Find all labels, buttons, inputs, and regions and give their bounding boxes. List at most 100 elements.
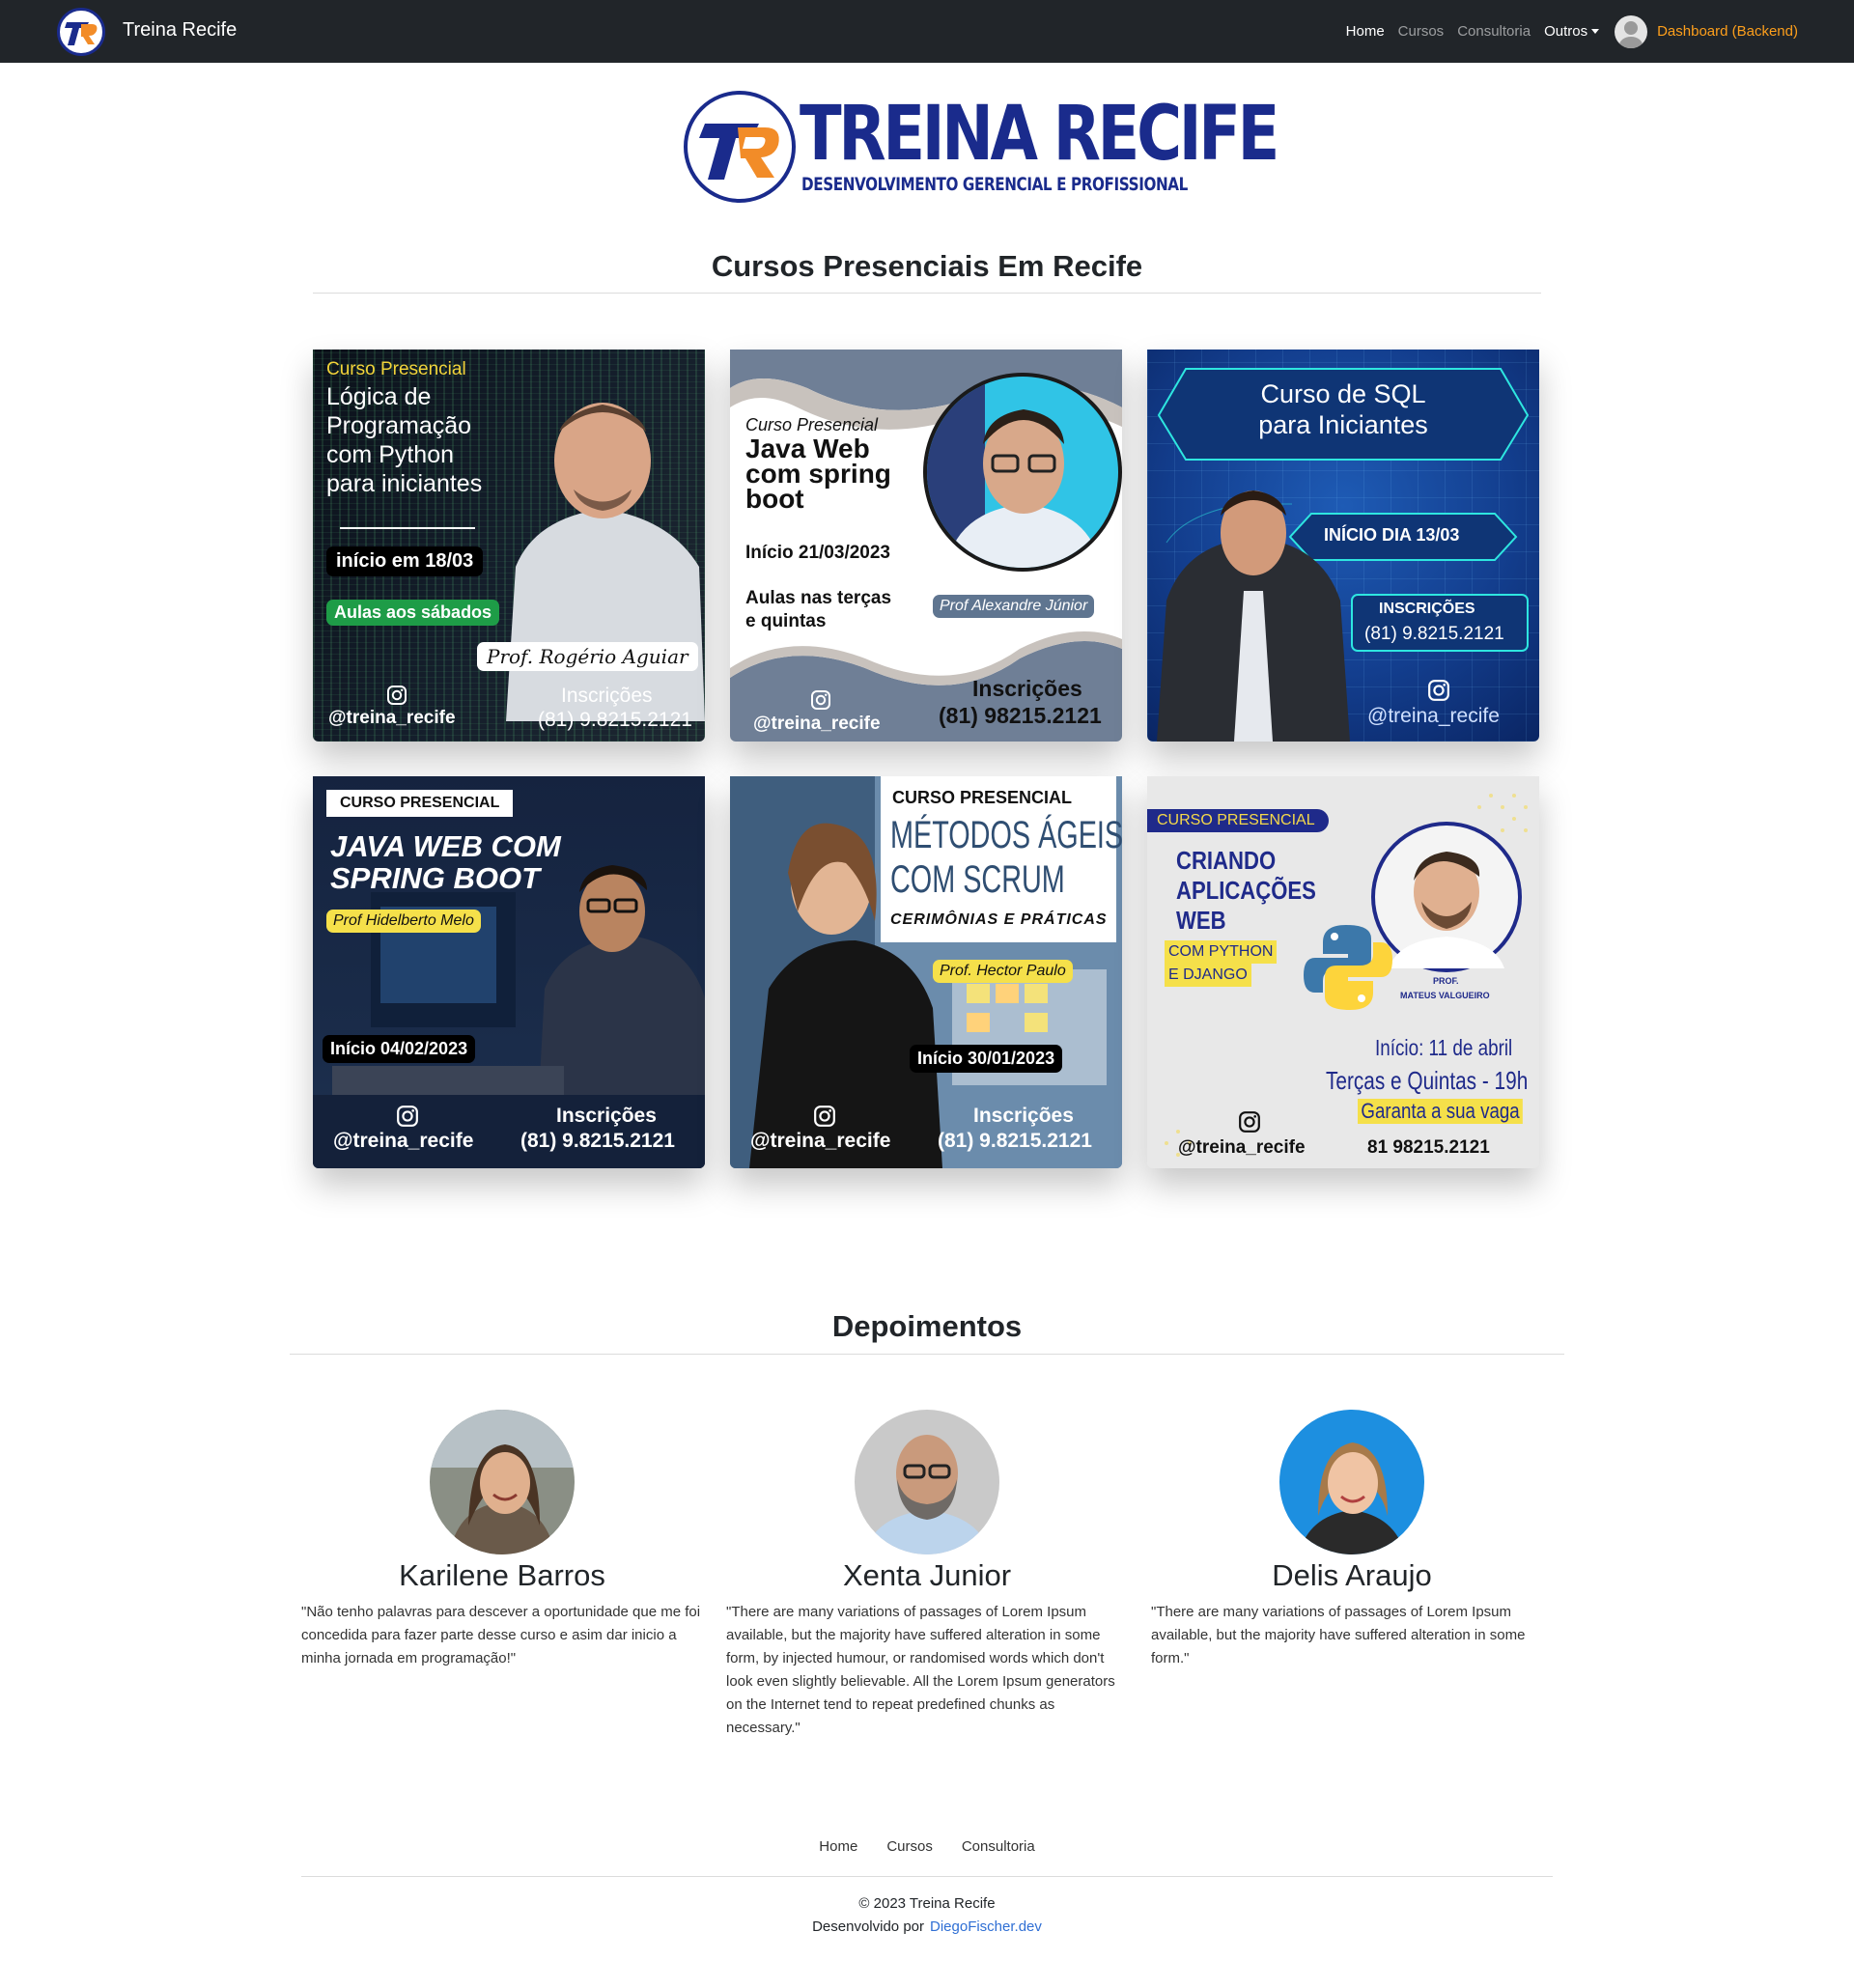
footer-dev-prefix: Desenvolvido por bbox=[812, 1918, 924, 1935]
card1-tag: Curso Presencial bbox=[326, 359, 466, 379]
card6-teacher-prefix: PROF. bbox=[1433, 976, 1459, 986]
card2-schedule-line: Aulas nas terças bbox=[745, 588, 892, 608]
card1-separator bbox=[340, 527, 475, 529]
footer-link-cursos[interactable]: Cursos bbox=[886, 1838, 933, 1855]
card4-title: JAVA WEB COM SPRING BOOT bbox=[330, 830, 561, 894]
card6-tag: CURSO PRESENCIAL bbox=[1147, 809, 1329, 832]
navbar-brand[interactable]: Treina Recife bbox=[123, 19, 237, 42]
card6-tech-line: E DJANGO bbox=[1165, 964, 1251, 987]
testimonial-avatar bbox=[430, 1410, 575, 1554]
testimonial-avatar bbox=[855, 1410, 999, 1554]
testimonial-text: "Não tenho palavras para descever a opor… bbox=[301, 1604, 701, 1666]
teacher-photo bbox=[927, 377, 1118, 568]
card5-start-badge: Início 30/01/2023 bbox=[910, 1045, 1063, 1073]
card6-instagram: @treina_recife bbox=[1178, 1137, 1306, 1158]
user-avatar-icon[interactable] bbox=[1615, 14, 1648, 48]
card2-start: Início 21/03/2023 bbox=[745, 543, 890, 563]
nav-link-consultoria[interactable]: Consultoria bbox=[1457, 23, 1531, 40]
course-card-java-spring[interactable]: Curso Presencial Java Web com spring boo… bbox=[730, 350, 1122, 742]
card2-signup-label: Inscrições bbox=[972, 676, 1082, 701]
card6-tech: COM PYTHON E DJANGO bbox=[1165, 940, 1278, 987]
card6-title-line: CRIANDO bbox=[1176, 846, 1277, 875]
card6-phone: 81 98215.2121 bbox=[1367, 1137, 1490, 1158]
card1-title-line: com Python bbox=[326, 441, 455, 468]
card4-title-line: SPRING BOOT bbox=[330, 861, 541, 895]
card4-teacher: Prof Hidelberto Melo bbox=[326, 910, 481, 933]
card2-title-line: boot bbox=[745, 484, 804, 514]
testimonials-heading: Depoimentos bbox=[831, 1309, 1023, 1343]
card4-tag: CURSO PRESENCIAL bbox=[326, 790, 514, 817]
nav-link-dashboard[interactable]: Dashboard (Backend) bbox=[1657, 23, 1798, 40]
course-card-java-web[interactable]: CURSO PRESENCIAL JAVA WEB COM SPRING BOO… bbox=[313, 776, 705, 1168]
card2-teacher: Prof Alexandre Júnior bbox=[933, 595, 1095, 618]
chevron-down-icon bbox=[1591, 29, 1600, 34]
card6-schedule: Terças e Quintas - 19h bbox=[1326, 1066, 1529, 1095]
card1-teacher: Prof. Rogério Aguiar bbox=[477, 642, 698, 671]
courses-divider bbox=[313, 293, 1541, 294]
card2-title: Java Web com spring boot bbox=[745, 435, 891, 514]
testimonials-divider bbox=[290, 1354, 1564, 1355]
card3-start: INÍCIO DIA 13/03 bbox=[1324, 525, 1460, 545]
card4-start-badge: Início 04/02/2023 bbox=[323, 1035, 476, 1063]
instagram-icon bbox=[811, 690, 830, 710]
nav-link-home[interactable]: Home bbox=[1346, 23, 1385, 40]
card5-title-line: COM SCRUM bbox=[890, 858, 1065, 901]
course-card-django[interactable]: CURSO PRESENCIAL CRIANDO APLICAÇÕES WEB … bbox=[1147, 776, 1539, 1168]
card3-title-line: Curso de SQL bbox=[1260, 379, 1426, 408]
brand-logo-icon[interactable] bbox=[57, 8, 105, 56]
courses-heading: Cursos Presenciais Em Recife bbox=[711, 249, 1143, 283]
card6-tech-line: COM PYTHON bbox=[1165, 940, 1278, 964]
instagram-icon bbox=[397, 1106, 418, 1127]
testimonial-text: "There are many variations of passages o… bbox=[726, 1604, 1115, 1736]
course-card-scrum[interactable]: CURSO PRESENCIAL MÉTODOS ÁGEIS COM SCRUM… bbox=[730, 776, 1122, 1168]
testimonial-text: "There are many variations of passages o… bbox=[1151, 1604, 1526, 1666]
card2-phone: (81) 98215.2121 bbox=[939, 703, 1102, 728]
card1-title-line: Lógica de bbox=[326, 383, 432, 410]
testimonial-avatar bbox=[1279, 1410, 1424, 1554]
testimonial-name: Xenta Junior bbox=[842, 1558, 1012, 1592]
testimonial-name: Delis Araujo bbox=[1272, 1558, 1432, 1592]
card5-tag: CURSO PRESENCIAL bbox=[892, 788, 1073, 807]
card6-cta: Garanta a sua vaga bbox=[1358, 1099, 1524, 1124]
card3-title-line: para Iniciantes bbox=[1258, 410, 1428, 439]
card1-signup-label: Inscrições bbox=[561, 685, 653, 707]
card4-signup-label: Inscrições bbox=[556, 1105, 657, 1127]
teacher-photo bbox=[506, 403, 705, 721]
card6-teacher: MATEUS VALGUEIRO bbox=[1400, 991, 1490, 1000]
card5-teacher: Prof. Hector Paulo bbox=[933, 960, 1073, 983]
nav-dropdown-outros[interactable]: Outros bbox=[1544, 23, 1600, 40]
footer-credits: Desenvolvido por DiegoFischer.dev bbox=[0, 1918, 1854, 1935]
card2-tag: Curso Presencial bbox=[745, 415, 879, 434]
footer-links: Home Cursos Consultoria bbox=[0, 1838, 1854, 1855]
card3-phone: (81) 9.8215.2121 bbox=[1364, 624, 1504, 644]
hero-title: TREINA RECIFE bbox=[800, 91, 1279, 178]
hero-subtitle: DESENVOLVIMENTO GERENCIAL E PROFISSIONAL bbox=[801, 174, 1188, 195]
card6-title-line: APLICAÇÕES bbox=[1176, 876, 1316, 905]
card1-start-badge: início em 18/03 bbox=[326, 546, 484, 576]
footer-link-consultoria[interactable]: Consultoria bbox=[962, 1838, 1035, 1855]
card5-instagram: @treina_recife bbox=[750, 1130, 891, 1152]
course-card-python[interactable]: Curso Presencial Lógica de Programação c… bbox=[313, 350, 705, 742]
card2-schedule: Aulas nas terças e quintas bbox=[745, 587, 891, 633]
card3-instagram: @treina_recife bbox=[1367, 705, 1500, 727]
footer-dev-link[interactable]: DiegoFischer.dev bbox=[930, 1918, 1042, 1935]
card4-instagram: @treina_recife bbox=[333, 1130, 474, 1152]
card1-title-line: para iniciantes bbox=[326, 470, 483, 497]
footer-link-home[interactable]: Home bbox=[819, 1838, 857, 1855]
instagram-icon bbox=[814, 1106, 835, 1127]
nav-link-cursos[interactable]: Cursos bbox=[1398, 23, 1445, 40]
footer-divider bbox=[301, 1876, 1553, 1877]
card4-title-line: JAVA WEB COM bbox=[330, 829, 561, 863]
card4-phone: (81) 9.8215.2121 bbox=[520, 1130, 675, 1152]
card2-instagram: @treina_recife bbox=[753, 714, 881, 734]
course-card-sql[interactable]: Curso de SQL para Iniciantes INÍCIO DIA … bbox=[1147, 350, 1539, 742]
card2-schedule-line: e quintas bbox=[745, 611, 827, 631]
card1-schedule-badge: Aulas aos sábados bbox=[326, 600, 500, 626]
card1-phone: (81) 9.8215.2121 bbox=[538, 709, 692, 731]
top-navbar: Treina Recife Home Cursos Consultoria Ou… bbox=[0, 0, 1854, 63]
card5-subtitle: CERIMÔNIAS E PRÁTICAS bbox=[890, 911, 1108, 928]
card6-start: Início: 11 de abril bbox=[1375, 1035, 1513, 1060]
card3-title: Curso de SQL para Iniciantes bbox=[1147, 378, 1539, 440]
navbar-links: Home Cursos Consultoria Outros Dashboard… bbox=[1346, 14, 1798, 49]
card5-phone: (81) 9.8215.2121 bbox=[938, 1130, 1092, 1152]
